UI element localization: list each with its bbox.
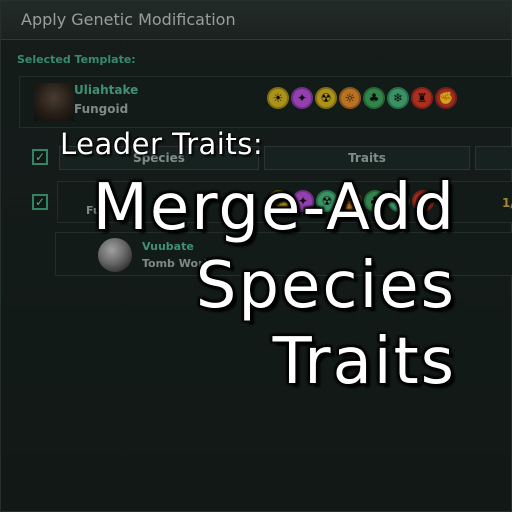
overlay-subtitle: Leader Traits: (60, 127, 264, 161)
overlay-title-line-1: Merge-Add (92, 171, 456, 245)
overlay-title-line-2: Species (195, 249, 456, 323)
overlay-title-line-3: Traits (272, 325, 456, 399)
